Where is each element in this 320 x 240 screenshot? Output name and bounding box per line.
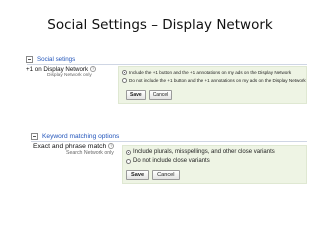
keyword-matching-header[interactable]: Keyword matching options: [31, 131, 119, 141]
radio-unselected-icon[interactable]: [126, 158, 131, 164]
collapse-icon[interactable]: [26, 55, 33, 63]
match-setting-label: Exact and phrase match? Search Network o…: [33, 143, 123, 156]
match-options-panel: Include plurals, misspellings, and other…: [122, 145, 307, 184]
plus-one-button-row: Save Cancel: [126, 90, 173, 100]
collapse-icon[interactable]: [31, 132, 38, 140]
social-settings-header[interactable]: Social setings: [26, 54, 75, 64]
save-button[interactable]: Save: [126, 170, 150, 180]
save-button[interactable]: Save: [126, 90, 146, 100]
plus-one-setting-name: +1 on Display Network: [26, 66, 89, 73]
radio-selected-icon[interactable]: [126, 149, 131, 155]
help-icon[interactable]: ?: [108, 143, 115, 150]
match-setting-scope: Search Network only: [66, 150, 114, 156]
keyword-matching-label: Keyword matching options: [42, 132, 120, 140]
match-option-include[interactable]: Include plurals, misspellings, and other…: [126, 149, 275, 155]
match-option-include-label: Include plurals, misspellings, and other…: [133, 149, 275, 155]
plus-one-option-include-label: Include the +1 button and the +1 annotat…: [129, 70, 292, 75]
radio-selected-icon[interactable]: [122, 70, 127, 75]
plus-one-setting-scope: Display Network only: [47, 73, 92, 78]
match-option-exclude-label: Do not include close variants: [133, 158, 210, 164]
help-icon[interactable]: ?: [90, 66, 97, 73]
plus-one-options-panel: Include the +1 button and the +1 annotat…: [118, 66, 307, 104]
cancel-button[interactable]: Cancel: [148, 90, 173, 100]
slide-title: Social Settings – Display Network: [47, 17, 273, 33]
plus-one-option-exclude[interactable]: Do not include the +1 button and the +1 …: [122, 78, 306, 83]
plus-one-setting-label: +1 on Display Network? Display Network o…: [26, 66, 118, 78]
plus-one-option-include[interactable]: Include the +1 button and the +1 annotat…: [122, 70, 291, 75]
match-setting-name: Exact and phrase match: [33, 143, 107, 150]
social-settings-label: Social setings: [37, 55, 76, 63]
match-button-row: Save Cancel: [126, 170, 180, 180]
match-option-exclude[interactable]: Do not include close variants: [126, 158, 210, 164]
section-divider: [27, 64, 307, 65]
section-divider: [31, 141, 307, 142]
plus-one-option-exclude-label: Do not include the +1 button and the +1 …: [129, 78, 306, 83]
radio-unselected-icon[interactable]: [122, 78, 127, 83]
cancel-button[interactable]: Cancel: [152, 170, 180, 180]
